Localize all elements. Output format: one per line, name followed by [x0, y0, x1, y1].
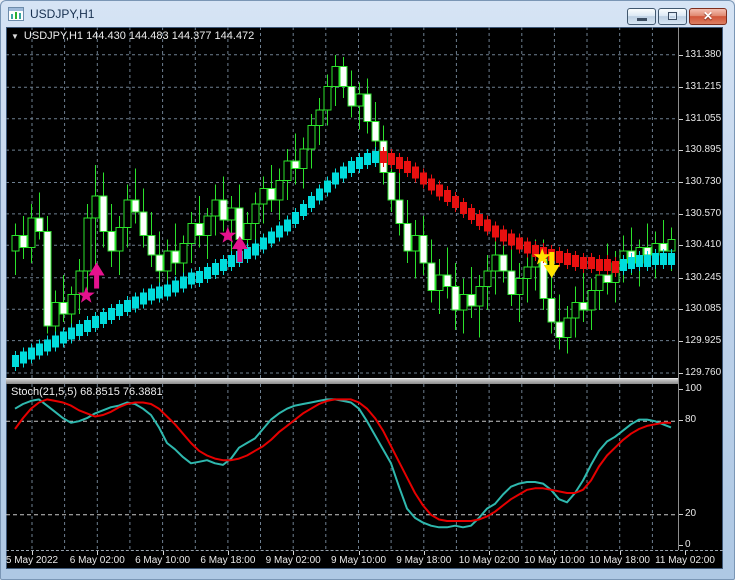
price-axis-label: 130.730: [685, 176, 722, 188]
stochastic-pane[interactable]: [6, 384, 678, 550]
time-axis-tick: [162, 551, 164, 555]
price-axis-label: 130.245: [685, 271, 722, 283]
time-axis[interactable]: 5 May 2022 6 May 02:00 6 May 10:00 6 May 18…: [6, 550, 723, 569]
price-axis-tick: [679, 182, 683, 184]
chart-ohlc-label: ▼ USDJPY,H1 144.430 144.483 144.377 144.4…: [11, 30, 254, 42]
time-axis-tick: [358, 551, 360, 555]
chart-ohlc-text: USDJPY,H1 144.430 144.483 144.377 144.47…: [23, 30, 255, 42]
price-axis-tick: [679, 87, 683, 89]
time-axis-tick: [554, 551, 556, 555]
window-title: USDJPY,H1: [30, 7, 95, 21]
price-axis-label: 130.895: [685, 144, 722, 156]
stoch-axis-tick: [679, 389, 683, 390]
time-axis-tick: [227, 551, 229, 555]
price-axis-label: 130.570: [685, 207, 722, 219]
time-axis-label: 11 May 02:00: [655, 555, 715, 566]
stoch-axis-label: 0: [685, 539, 691, 550]
price-axis-label: 130.085: [685, 303, 722, 315]
time-axis-tick: [619, 551, 621, 555]
chart-window-icon: [8, 7, 24, 21]
close-button[interactable]: ✕: [689, 7, 727, 25]
main-chart-svg: [6, 27, 678, 378]
chart-window: USDJPY,H1 ✕ ▼ USDJPY,H1 144.430 144.483 1…: [0, 0, 735, 580]
price-axis-label: 130.410: [685, 239, 722, 251]
chart-client-area: ▼ USDJPY,H1 144.430 144.483 144.377 144.4…: [6, 27, 723, 569]
minimize-icon: [636, 17, 647, 21]
price-axis-tick: [679, 150, 683, 152]
title-bar[interactable]: USDJPY,H1 ✕: [1, 1, 734, 27]
stoch-axis-label: 100: [685, 383, 702, 394]
time-axis-tick: [32, 551, 33, 555]
price-axis[interactable]: 131.380 131.215 131.055 130.895 130.730 130.5…: [678, 27, 723, 550]
price-axis-label: 129.760: [685, 367, 722, 378]
close-icon: ✕: [702, 9, 714, 23]
main-chart-pane[interactable]: [6, 27, 678, 378]
time-axis-tick: [489, 551, 491, 555]
price-axis-tick: [679, 277, 683, 279]
stoch-axis-label: 20: [685, 507, 697, 519]
stoch-axis-label: 80: [685, 414, 697, 426]
price-axis-tick: [679, 54, 683, 56]
price-axis-tick: [679, 245, 683, 247]
restore-button[interactable]: [658, 7, 687, 25]
price-axis-tick: [679, 213, 683, 215]
minimize-button[interactable]: [627, 7, 656, 25]
stochastic-svg: [6, 384, 678, 550]
stoch-axis-tick: [679, 545, 683, 546]
price-axis-tick: [679, 118, 683, 120]
time-axis-tick: [685, 551, 686, 555]
price-axis-tick: [679, 373, 683, 374]
price-axis-tick: [679, 309, 683, 311]
price-axis-label: 131.215: [685, 81, 722, 93]
time-axis-tick: [97, 551, 99, 555]
stoch-axis-tick: [679, 420, 683, 422]
price-axis-label: 131.380: [685, 48, 722, 60]
price-axis-tick: [679, 340, 683, 342]
time-axis-tick: [293, 551, 295, 555]
stochastic-label: Stoch(21,5,5) 68.8515 76.3881: [11, 386, 163, 398]
stoch-axis-tick: [679, 513, 683, 515]
restore-icon: [668, 12, 677, 20]
price-axis-label: 131.055: [685, 112, 722, 124]
chart-dropdown-icon[interactable]: ▼: [11, 32, 19, 41]
price-axis-label: 129.925: [685, 334, 722, 346]
time-axis-tick: [423, 551, 425, 555]
